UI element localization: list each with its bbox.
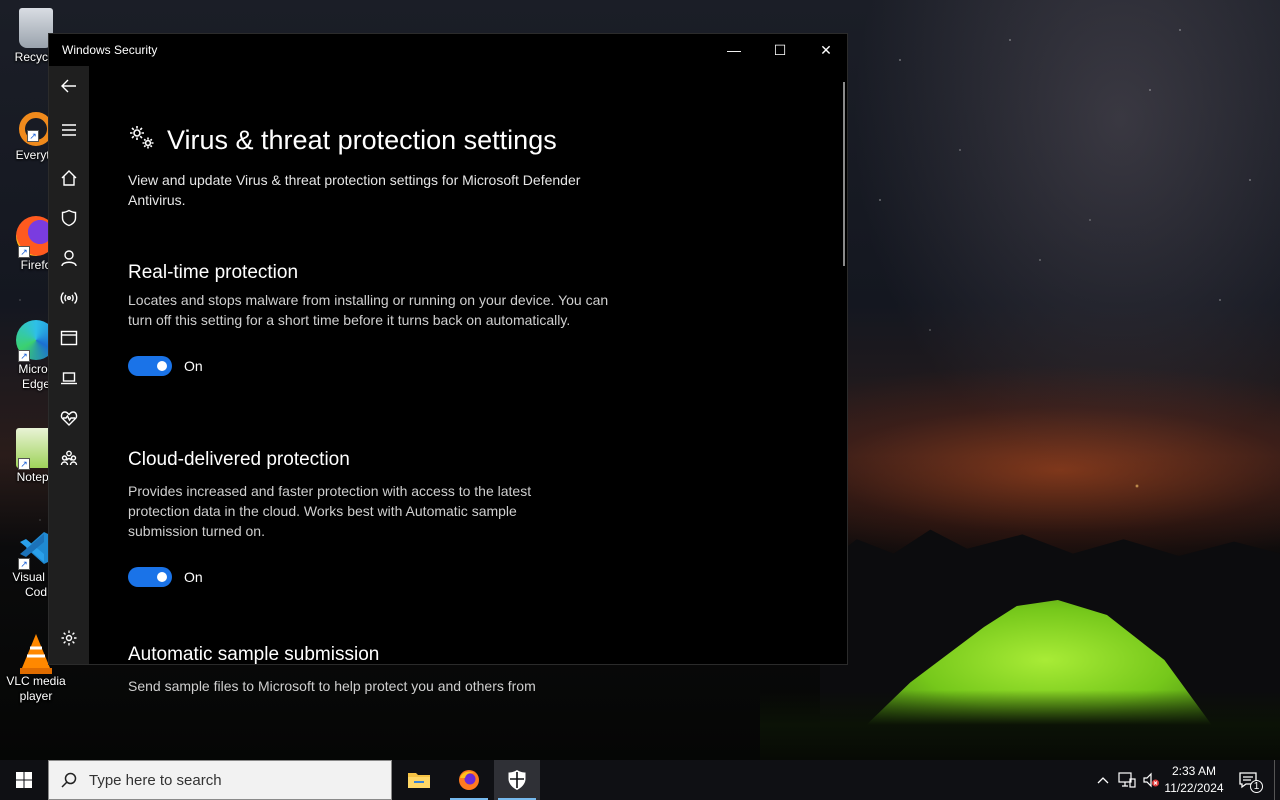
cloud-protection-section: Cloud-delivered protection Provides incr…	[128, 449, 628, 587]
window-title: Windows Security	[62, 43, 158, 57]
title-bar[interactable]: Windows Security — ☐ ✕	[49, 34, 847, 66]
close-button[interactable]: ✕	[803, 34, 849, 66]
search-icon	[49, 771, 89, 789]
nav-firewall-network[interactable]	[49, 280, 89, 316]
clock-time: 2:33 AM	[1171, 764, 1217, 778]
minimize-button[interactable]: —	[711, 34, 757, 66]
taskbar-search-box[interactable]: Type here to search	[48, 760, 392, 800]
taskbar-clock[interactable]: 2:33 AM 11/22/2024	[1162, 763, 1226, 797]
cloud-protection-toggle[interactable]	[128, 567, 172, 587]
shortcut-arrow-icon: ↗	[18, 458, 30, 470]
security-shield-icon	[508, 770, 526, 790]
windows-logo-icon	[16, 772, 32, 788]
section-description: Locates and stops malware from installin…	[128, 292, 609, 328]
toggle-knob	[157, 361, 167, 371]
notification-count: 1	[1250, 780, 1263, 793]
toggle-state-label: On	[184, 358, 203, 374]
content-scrollbar[interactable]	[843, 82, 845, 266]
shortcut-arrow-icon: ↗	[27, 130, 39, 142]
account-person-icon	[61, 250, 77, 267]
taskbar-windows-security[interactable]	[494, 760, 540, 800]
section-description: Provides increased and faster protection…	[128, 483, 532, 539]
shield-icon	[61, 209, 77, 227]
chevron-up-icon	[1097, 777, 1109, 784]
settings-content[interactable]: Virus & threat protection settings View …	[128, 66, 847, 694]
taskbar-file-explorer[interactable]	[396, 760, 442, 800]
section-heading: Real-time protection	[128, 262, 299, 283]
nav-device-performance-health[interactable]	[49, 400, 89, 436]
nav-app-browser-control[interactable]	[49, 320, 89, 356]
shortcut-arrow-icon: ↗	[18, 558, 30, 570]
realtime-protection-toggle[interactable]	[128, 356, 172, 376]
home-icon	[61, 170, 77, 186]
page-description: View and update Virus & threat protectio…	[128, 172, 581, 208]
back-button[interactable]	[49, 68, 89, 104]
taskbar: Type here to search 2:33 AM 11/22/2024 1	[0, 760, 1280, 800]
laptop-device-icon	[61, 372, 77, 385]
section-heading: Automatic sample submission	[128, 644, 380, 665]
page-header: Virus & threat protection settings	[128, 124, 557, 157]
nav-account-protection[interactable]	[49, 240, 89, 276]
realtime-protection-section: Real-time protection Locates and stops m…	[128, 262, 628, 376]
side-navigation	[49, 66, 89, 664]
shortcut-arrow-icon: ↗	[18, 350, 30, 362]
cloud-protection-toggle-row: On	[128, 567, 628, 587]
back-arrow-icon	[61, 79, 76, 93]
gears-icon	[128, 124, 156, 157]
volume-muted-icon	[1143, 772, 1159, 788]
wifi-antenna-icon	[60, 292, 78, 304]
nav-settings[interactable]	[49, 620, 89, 656]
heart-health-icon	[60, 411, 78, 426]
shortcut-arrow-icon: ↗	[18, 246, 30, 258]
sample-submission-section: Automatic sample submission Send sample …	[128, 644, 628, 696]
network-icon	[1118, 772, 1136, 788]
tray-network[interactable]	[1116, 760, 1138, 800]
taskbar-firefox[interactable]	[446, 760, 492, 800]
settings-gear-icon	[61, 630, 77, 646]
start-button[interactable]	[0, 760, 48, 800]
nav-device-security[interactable]	[49, 360, 89, 396]
action-center-button[interactable]: 1	[1234, 760, 1263, 800]
hamburger-menu-icon	[62, 124, 76, 136]
nav-virus-threat-protection[interactable]	[49, 200, 89, 236]
nav-family-options[interactable]	[49, 440, 89, 476]
toggle-state-label: On	[184, 569, 203, 585]
folder-icon	[408, 773, 430, 788]
search-placeholder: Type here to search	[89, 771, 222, 789]
desktop-icon-label: VLC media player	[6, 674, 66, 703]
maximize-button[interactable]: ☐	[757, 34, 803, 66]
menu-button[interactable]	[49, 112, 89, 148]
tray-volume[interactable]	[1140, 760, 1162, 800]
app-browser-window-icon	[60, 330, 78, 346]
grass-foreground	[760, 690, 1280, 760]
clock-date: 11/22/2024	[1164, 781, 1224, 795]
section-description: Send sample files to Microsoft to help p…	[128, 678, 536, 694]
nav-home[interactable]	[49, 160, 89, 196]
section-heading: Cloud-delivered protection	[128, 449, 350, 470]
toggle-knob	[157, 572, 167, 582]
realtime-protection-toggle-row: On	[128, 356, 628, 376]
windows-security-window: Windows Security — ☐ ✕ Virus & threat pr…	[48, 33, 848, 694]
family-icon	[60, 450, 78, 466]
tray-show-hidden-icons[interactable]	[1094, 760, 1112, 800]
firefox-icon	[459, 770, 479, 790]
show-desktop-button[interactable]	[1274, 760, 1280, 800]
page-title: Virus & threat protection settings	[167, 125, 557, 155]
